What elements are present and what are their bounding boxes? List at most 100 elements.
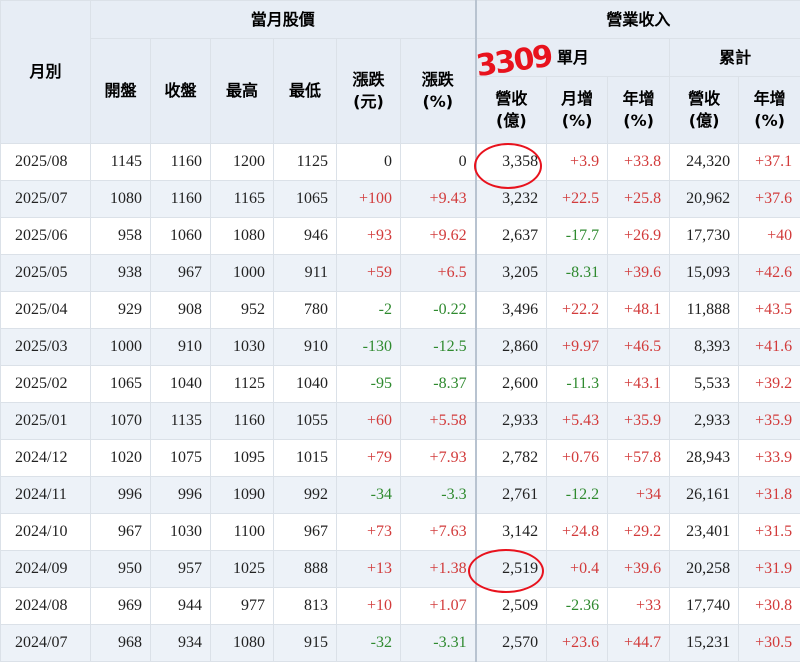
cell-open: 1000 xyxy=(90,328,151,366)
cell-chg: +100 xyxy=(336,180,401,218)
cell-mom: -2.36 xyxy=(546,587,609,625)
cell-high: 1080 xyxy=(210,217,274,255)
cell-cum-rev: 20,258 xyxy=(669,550,740,588)
cell-yoy: +34 xyxy=(607,476,671,514)
cell-open: 1080 xyxy=(90,180,151,218)
cell-chg-pct: +1.07 xyxy=(399,587,477,625)
cell-chg-pct: +5.58 xyxy=(399,402,477,440)
cell-yoy: +33.8 xyxy=(607,143,671,181)
table-row: 2024/09 950 957 1025 888 +13 +1.38 2,519 +0.4 +39… xyxy=(0,550,800,588)
cell-chg: -34 xyxy=(336,476,401,514)
cell-high: 1200 xyxy=(210,143,274,181)
cell-cum-yoy: +41.6 xyxy=(738,328,800,366)
table-row: 2025/03 1000 910 1030 910 -130 -12.5 2,860 +9.97… xyxy=(0,328,800,366)
header-cum-revenue: 營收 (億) xyxy=(669,76,740,144)
cell-chg-pct: 0 xyxy=(399,143,477,181)
cell-yoy: +33 xyxy=(607,587,671,625)
cell-cum-rev: 20,962 xyxy=(669,180,740,218)
table-row: 2025/07 1080 1160 1165 1065 +100 +9.43 3,232 +22… xyxy=(0,180,800,218)
cell-month: 2024/08 xyxy=(0,587,91,625)
cell-mom: -11.3 xyxy=(546,365,609,403)
cell-open: 958 xyxy=(90,217,151,255)
cell-chg-pct: -8.37 xyxy=(399,365,477,403)
table-row: 2025/02 1065 1040 1125 1040 -95 -8.37 2,600 -11.… xyxy=(0,365,800,403)
table-row: 2024/11 996 996 1090 992 -34 -3.3 2,761 -12.2 +34… xyxy=(0,476,800,514)
cell-cum-yoy: +42.6 xyxy=(738,254,800,292)
cell-rev: 2,519 xyxy=(474,550,548,588)
cell-month: 2024/10 xyxy=(0,513,91,551)
cell-low: 915 xyxy=(273,624,337,662)
cell-month: 2024/07 xyxy=(0,624,91,662)
cell-cum-rev: 15,231 xyxy=(669,624,740,662)
cell-cum-yoy: +30.5 xyxy=(738,624,800,662)
cell-chg-pct: -0.22 xyxy=(399,291,477,329)
cell-yoy: +26.9 xyxy=(607,217,671,255)
header-yoy: 年增 (%) xyxy=(607,76,671,144)
cell-cum-yoy: +31.5 xyxy=(738,513,800,551)
header-revenue-group: 營業收入 xyxy=(474,0,800,39)
cell-cum-yoy: +40 xyxy=(738,217,800,255)
table-row: 2024/10 967 1030 1100 967 +73 +7.63 3,142 +24.8 +… xyxy=(0,513,800,551)
cell-month: 2024/12 xyxy=(0,439,91,477)
cell-chg: +79 xyxy=(336,439,401,477)
cell-cum-yoy: +33.9 xyxy=(738,439,800,477)
cell-open: 1070 xyxy=(90,402,151,440)
cell-cum-yoy: +35.9 xyxy=(738,402,800,440)
cell-chg-pct: +1.38 xyxy=(399,550,477,588)
cell-rev: 2,761 xyxy=(474,476,548,514)
table-row: 2024/08 969 944 977 813 +10 +1.07 2,509 -2.36 +33… xyxy=(0,587,800,625)
cell-open: 1145 xyxy=(90,143,151,181)
cell-low: 1040 xyxy=(273,365,337,403)
cell-yoy: +29.2 xyxy=(607,513,671,551)
cell-low: 946 xyxy=(273,217,337,255)
cell-high: 1125 xyxy=(210,365,274,403)
table-header: 月別 當月股價 營業收入 開盤 收盤 最高 最低 漲跌 (元) 漲跌 (%) 單月 … xyxy=(0,0,800,144)
cell-low: 911 xyxy=(273,254,337,292)
cell-cum-rev: 11,888 xyxy=(669,291,740,329)
cell-mom: +22.5 xyxy=(546,180,609,218)
cell-month: 2025/06 xyxy=(0,217,91,255)
table-body: 2025/08 1145 1160 1200 1125 0 0 3,358 +3.9 +33.8 2… xyxy=(0,143,800,662)
cell-month: 2025/05 xyxy=(0,254,91,292)
cell-low: 888 xyxy=(273,550,337,588)
cell-cum-yoy: +30.8 xyxy=(738,587,800,625)
cell-low: 992 xyxy=(273,476,337,514)
cell-rev: 2,637 xyxy=(474,217,548,255)
cell-cum-yoy: +37.1 xyxy=(738,143,800,181)
cell-mom: +3.9 xyxy=(546,143,609,181)
cell-rev: 2,600 xyxy=(474,365,548,403)
cell-month: 2024/09 xyxy=(0,550,91,588)
cell-high: 1080 xyxy=(210,624,274,662)
cell-cum-rev: 26,161 xyxy=(669,476,740,514)
cell-month: 2024/11 xyxy=(0,476,91,514)
cell-open: 968 xyxy=(90,624,151,662)
cell-cum-rev: 28,943 xyxy=(669,439,740,477)
cell-chg-pct: -12.5 xyxy=(399,328,477,366)
cell-yoy: +57.8 xyxy=(607,439,671,477)
cell-mom: -12.2 xyxy=(546,476,609,514)
header-revenue: 營收 (億) xyxy=(474,76,548,144)
cell-chg: 0 xyxy=(336,143,401,181)
cell-mom: +24.8 xyxy=(546,513,609,551)
cell-month: 2025/08 xyxy=(0,143,91,181)
cell-low: 1125 xyxy=(273,143,337,181)
cell-low: 967 xyxy=(273,513,337,551)
cell-chg-pct: -3.31 xyxy=(399,624,477,662)
cell-rev: 2,860 xyxy=(474,328,548,366)
cell-close: 1160 xyxy=(150,180,211,218)
header-cumulative: 累計 xyxy=(669,38,800,77)
cell-cum-rev: 5,533 xyxy=(669,365,740,403)
cell-cum-rev: 23,401 xyxy=(669,513,740,551)
cell-chg: -2 xyxy=(336,291,401,329)
table-row: 2024/07 968 934 1080 915 -32 -3.31 2,570 +23.6 +4… xyxy=(0,624,800,662)
cell-rev: 2,782 xyxy=(474,439,548,477)
cell-high: 1090 xyxy=(210,476,274,514)
cell-open: 950 xyxy=(90,550,151,588)
cell-high: 1095 xyxy=(210,439,274,477)
cell-chg-pct: +7.93 xyxy=(399,439,477,477)
cell-cum-rev: 24,320 xyxy=(669,143,740,181)
cell-chg: +60 xyxy=(336,402,401,440)
cell-chg: +10 xyxy=(336,587,401,625)
cell-yoy: +43.1 xyxy=(607,365,671,403)
header-open: 開盤 xyxy=(90,38,151,144)
